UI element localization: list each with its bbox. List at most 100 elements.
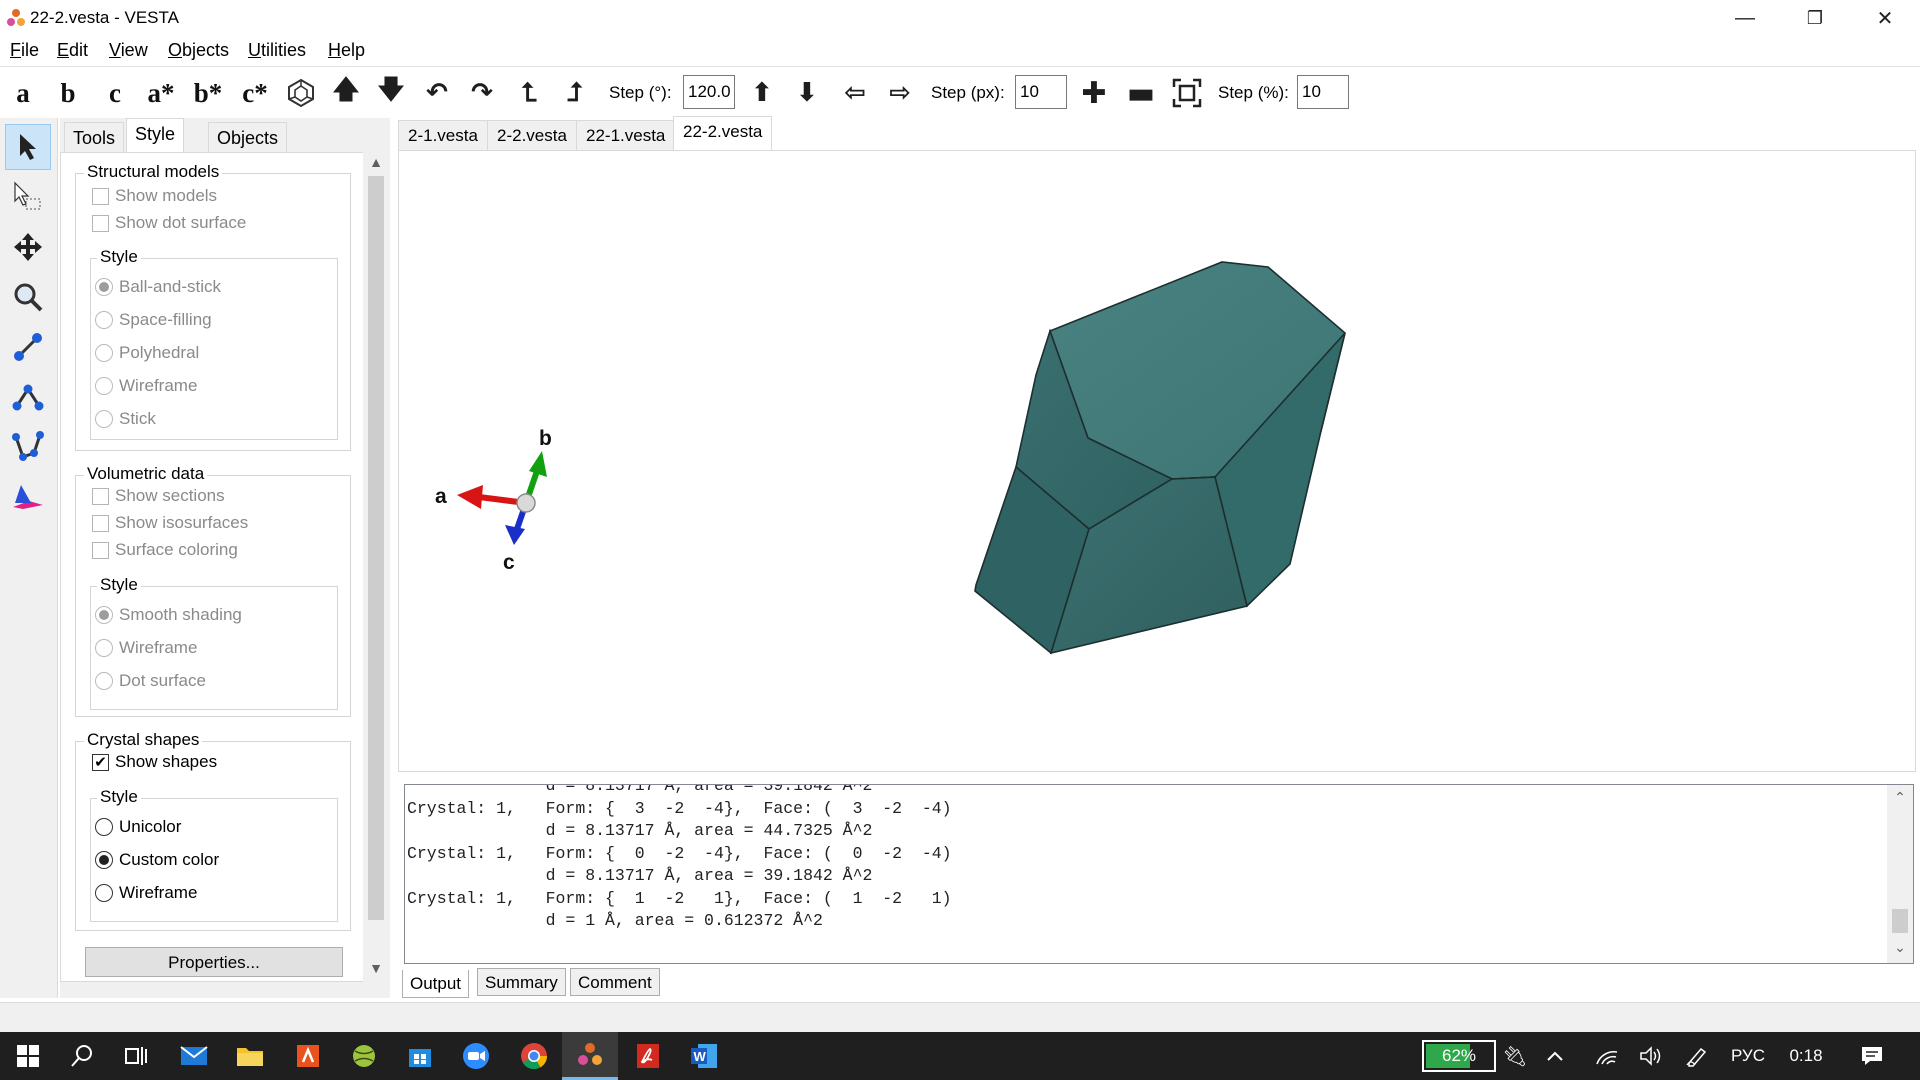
- battery-indicator[interactable]: 62%: [1422, 1040, 1496, 1072]
- power-plug-icon[interactable]: 🔌︎: [1500, 1032, 1530, 1080]
- file-tab-2-1[interactable]: 2-1.vesta: [398, 120, 488, 150]
- language-indicator[interactable]: РУС: [1726, 1032, 1770, 1080]
- tab-style[interactable]: Style: [126, 118, 185, 152]
- tab-tools[interactable]: Tools: [64, 122, 125, 152]
- notifications-icon[interactable]: [1852, 1032, 1892, 1080]
- output-scroll-up-icon[interactable]: ⌃: [1887, 789, 1913, 809]
- magnify-tool-icon[interactable]: [5, 274, 51, 320]
- tennis-ball-app-icon[interactable]: [336, 1032, 392, 1080]
- step-px-input[interactable]: [1015, 75, 1067, 109]
- rect-select-tool-icon[interactable]: [5, 174, 51, 220]
- select-tool-icon[interactable]: [5, 124, 51, 170]
- fit-to-screen-icon[interactable]: [1168, 75, 1206, 111]
- radio-ball-and-stick[interactable]: Ball-and-stick: [95, 277, 221, 297]
- view-along-b-button[interactable]: b: [49, 75, 87, 111]
- scroll-down-icon[interactable]: ▼: [363, 960, 389, 980]
- show-isosurfaces-checkbox[interactable]: Show isosurfaces: [92, 513, 248, 533]
- 3d-viewport[interactable]: a b c: [398, 150, 1916, 772]
- clock[interactable]: 0:18: [1782, 1032, 1830, 1080]
- properties-button[interactable]: Properties...: [85, 947, 343, 977]
- zoom-out-icon[interactable]: ▬: [1122, 75, 1160, 111]
- translate-left-icon[interactable]: ⇦: [836, 75, 874, 111]
- view-along-c-button[interactable]: c: [96, 75, 134, 111]
- file-tab-22-1[interactable]: 22-1.vesta: [576, 120, 676, 150]
- radio-stick[interactable]: Stick: [95, 409, 156, 429]
- tab-comment[interactable]: Comment: [570, 968, 660, 996]
- chevron-up-icon[interactable]: [1540, 1032, 1570, 1080]
- translate-tool-icon[interactable]: [5, 224, 51, 270]
- store-icon[interactable]: [392, 1032, 448, 1080]
- radio-volumetric-wireframe[interactable]: Wireframe: [95, 638, 197, 658]
- minimize-button[interactable]: —: [1710, 0, 1780, 36]
- standard-orientation-icon[interactable]: [282, 75, 320, 111]
- menu-help[interactable]: Help: [328, 40, 365, 61]
- show-dot-surface-checkbox[interactable]: Show dot surface: [92, 213, 246, 233]
- tab-objects[interactable]: Objects: [208, 122, 288, 152]
- view-along-b-star-button[interactable]: b*: [189, 75, 227, 111]
- surface-coloring-checkbox[interactable]: Surface coloring: [92, 540, 238, 560]
- rotate-down-icon[interactable]: 🡇: [372, 75, 410, 111]
- tab-output[interactable]: Output: [402, 970, 470, 998]
- show-models-checkbox[interactable]: Show models: [92, 186, 217, 206]
- lattice-plane-tool-icon[interactable]: [5, 474, 51, 520]
- crystal-shape-render[interactable]: a b c: [399, 151, 1917, 773]
- scrollbar-thumb[interactable]: [368, 176, 384, 920]
- scroll-up-icon[interactable]: ▲: [363, 154, 389, 174]
- translate-right-icon[interactable]: ⇨: [881, 75, 919, 111]
- volume-icon[interactable]: [1636, 1032, 1666, 1080]
- menu-utilities[interactable]: Utilities: [248, 40, 306, 61]
- radio-wireframe[interactable]: Wireframe: [95, 376, 197, 396]
- mail-icon[interactable]: [166, 1032, 222, 1080]
- zoom-app-icon[interactable]: [448, 1032, 504, 1080]
- view-along-a-button[interactable]: a: [4, 75, 42, 111]
- show-shapes-checkbox[interactable]: ✔ Show shapes: [92, 752, 217, 772]
- view-along-c-star-button[interactable]: c*: [236, 75, 274, 111]
- vesta-taskbar-icon[interactable]: [562, 1032, 618, 1080]
- output-scrollbar-thumb[interactable]: [1892, 909, 1908, 933]
- step-pct-input[interactable]: [1297, 75, 1349, 109]
- radio-space-filling[interactable]: Space-filling: [95, 310, 212, 330]
- close-button[interactable]: ✕: [1850, 0, 1920, 36]
- menu-view[interactable]: View: [109, 40, 148, 61]
- tab-summary[interactable]: Summary: [477, 968, 566, 996]
- rotate-right-icon[interactable]: ↷: [463, 75, 501, 111]
- distance-tool-icon[interactable]: [5, 324, 51, 370]
- rotate-ccw-icon[interactable]: ⮤: [510, 75, 548, 111]
- radio-custom-color[interactable]: Custom color: [95, 850, 219, 870]
- acrobat-icon[interactable]: [620, 1032, 676, 1080]
- word-icon[interactable]: W: [676, 1032, 732, 1080]
- file-tab-22-2[interactable]: 22-2.vesta: [673, 116, 773, 150]
- dihedral-tool-icon[interactable]: [5, 424, 51, 470]
- file-explorer-icon[interactable]: [222, 1032, 278, 1080]
- menu-file[interactable]: File: [10, 40, 39, 61]
- translate-down-icon[interactable]: ⬇: [788, 75, 826, 111]
- output-scrollbar[interactable]: ⌃ ⌄: [1887, 785, 1913, 963]
- radio-smooth-shading[interactable]: Smooth shading: [95, 605, 242, 625]
- angle-tool-icon[interactable]: [5, 374, 51, 420]
- step-deg-input[interactable]: [683, 75, 735, 109]
- search-icon[interactable]: [54, 1032, 110, 1080]
- restore-button[interactable]: ❐: [1780, 0, 1850, 36]
- show-sections-checkbox[interactable]: Show sections: [92, 486, 225, 506]
- office-app-icon[interactable]: [280, 1032, 336, 1080]
- rotate-cw-icon[interactable]: ⮥: [556, 75, 594, 111]
- radio-polyhedral[interactable]: Polyhedral: [95, 343, 199, 363]
- output-console[interactable]: d = 8.13717 Å, area = 39.1842 Å^2 Crysta…: [404, 784, 1914, 964]
- windows-start-icon[interactable]: [0, 1032, 56, 1080]
- radio-unicolor[interactable]: Unicolor: [95, 817, 181, 837]
- rotate-up-icon[interactable]: 🡅: [327, 75, 365, 111]
- radio-crystal-wireframe[interactable]: Wireframe: [95, 883, 197, 903]
- view-along-a-star-button[interactable]: a*: [142, 75, 180, 111]
- radio-dot-surface[interactable]: Dot surface: [95, 671, 206, 691]
- pen-icon[interactable]: [1682, 1032, 1712, 1080]
- wifi-icon[interactable]: [1592, 1032, 1622, 1080]
- translate-up-icon[interactable]: ⬆: [743, 75, 781, 111]
- menu-edit[interactable]: Edit: [57, 40, 88, 61]
- panel-scrollbar[interactable]: ▲ ▼: [363, 152, 389, 982]
- task-view-icon[interactable]: [108, 1032, 164, 1080]
- menu-objects[interactable]: Objects: [168, 40, 229, 61]
- output-scroll-down-icon[interactable]: ⌄: [1887, 939, 1913, 959]
- chrome-icon[interactable]: [506, 1032, 562, 1080]
- file-tab-2-2[interactable]: 2-2.vesta: [487, 120, 577, 150]
- zoom-in-icon[interactable]: ✚: [1075, 75, 1113, 111]
